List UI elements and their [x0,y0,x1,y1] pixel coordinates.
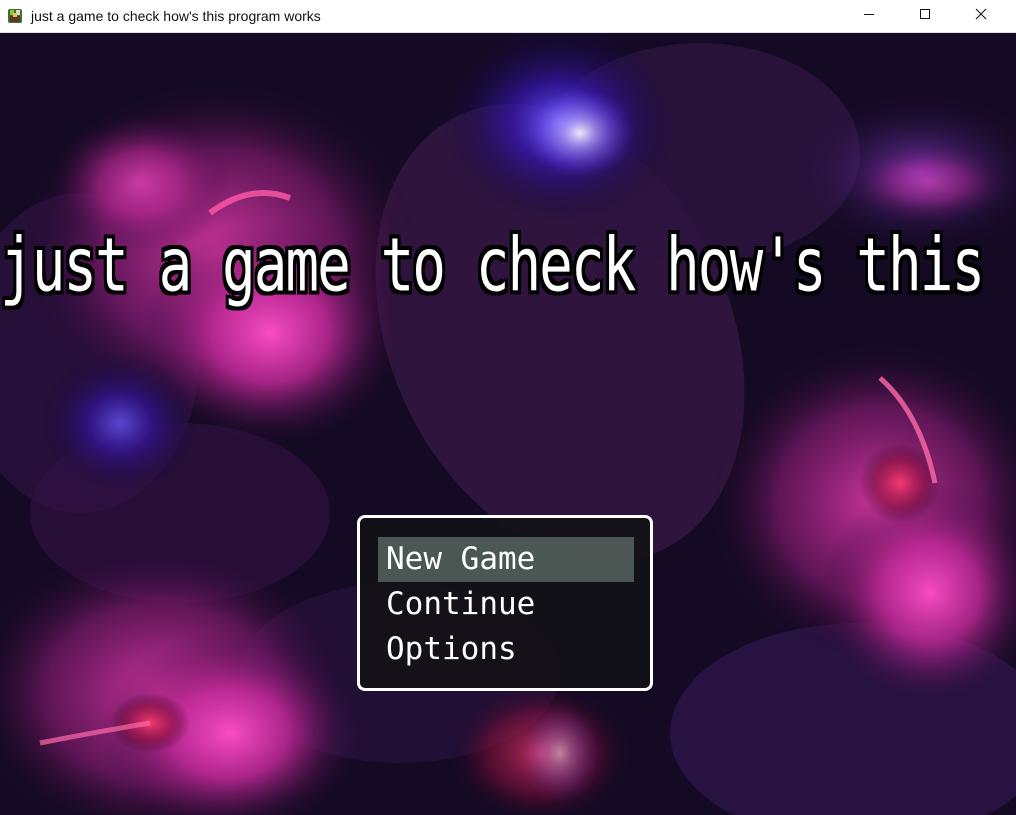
title-bar[interactable]: just a game to check how's this program … [0,0,1016,33]
menu-item-continue[interactable]: Continue [378,582,634,627]
title-menu: New Game Continue Options [357,515,653,691]
minimize-button[interactable] [846,0,892,32]
menu-item-new-game[interactable]: New Game [378,537,634,582]
flower-background-image [0,33,1016,815]
maximize-button[interactable] [902,0,948,32]
app-window: just a game to check how's this program … [0,0,1016,815]
rpg-maker-icon [6,7,24,25]
game-title: just a game to check how's this program … [0,223,1016,309]
minimize-icon [863,7,875,25]
close-button[interactable] [958,0,1004,32]
close-icon [975,7,987,25]
window-title: just a game to check how's this program … [31,8,321,24]
game-canvas[interactable]: just a game to check how's this program … [0,33,1016,815]
menu-item-options[interactable]: Options [378,627,634,672]
maximize-icon [919,7,931,25]
